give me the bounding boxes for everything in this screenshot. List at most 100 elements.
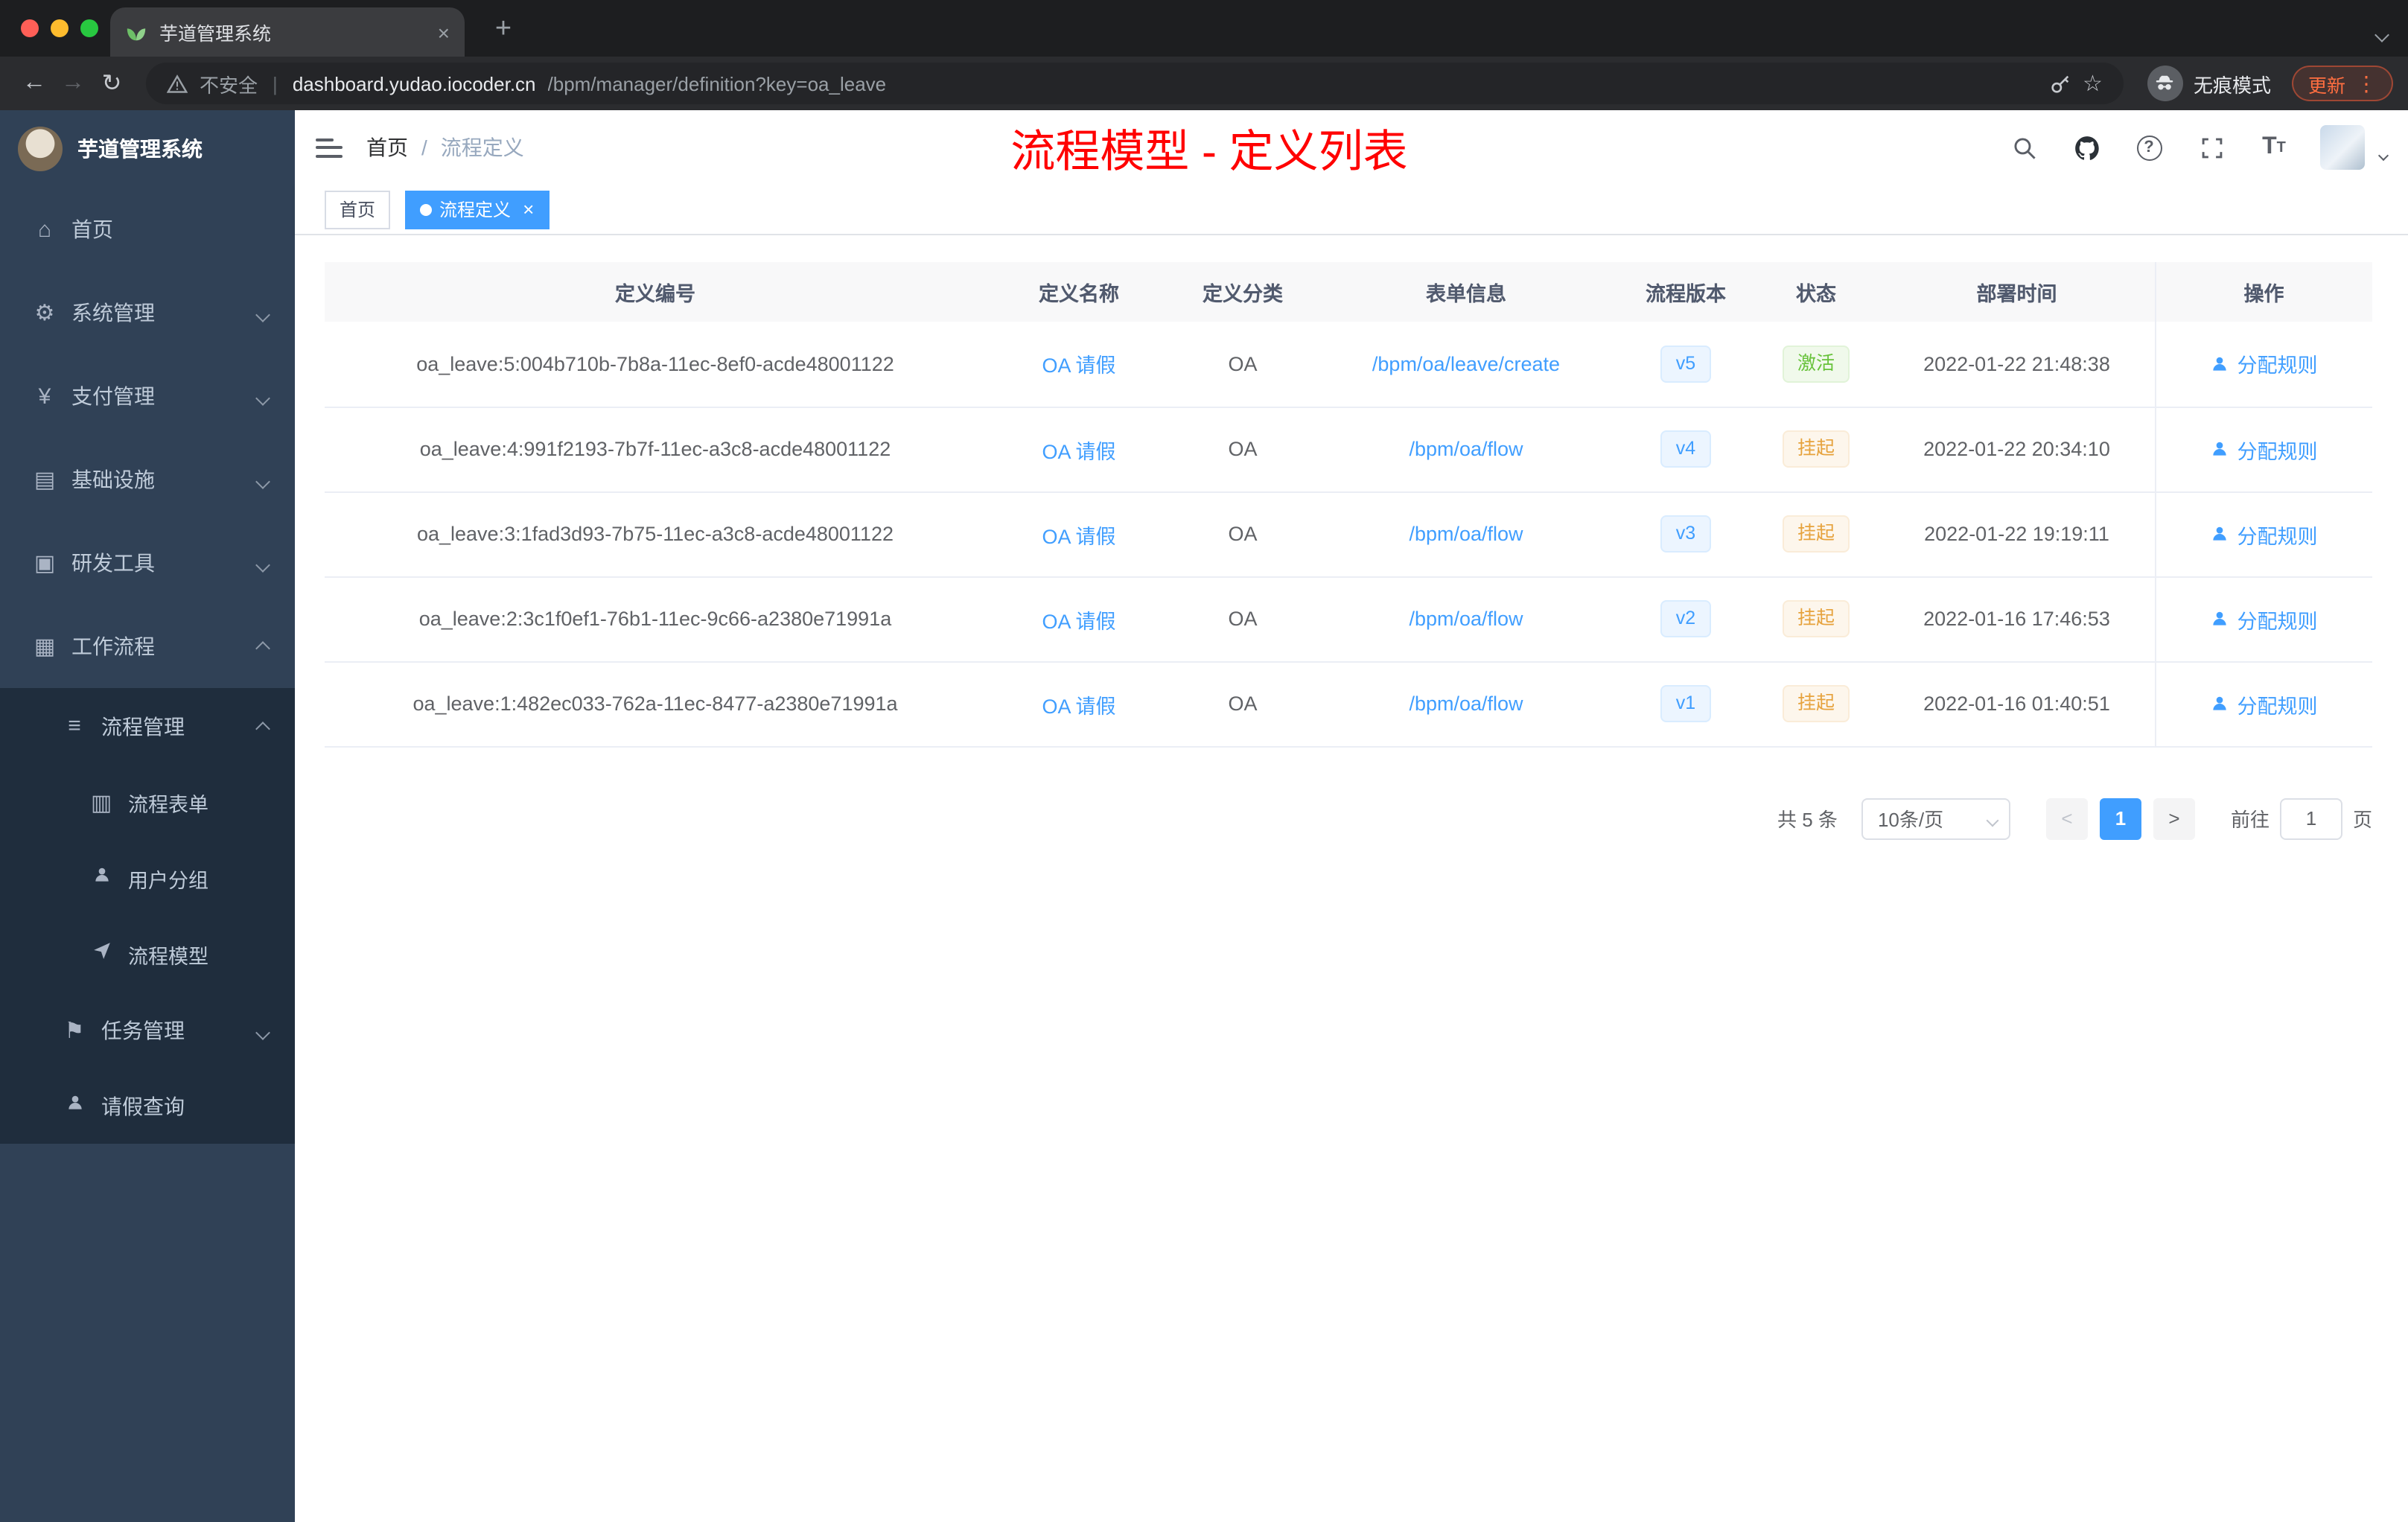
tab-favicon-icon [127,28,146,41]
incognito-profile[interactable]: 无痕模式 [2147,66,2271,101]
main-area: 首页 / 流程定义 流程模型 - 定义列表 ? TT 首页 流程定义 × 定义编… [295,110,2408,1522]
browser-tab[interactable]: 芋道管理系统 × [110,7,465,57]
prev-page-button[interactable]: < [2045,797,2088,839]
table-header-row: 定义编号 定义名称 定义分类 表单信息 流程版本 状态 部署时间 操作 [325,262,2372,322]
chevron-down-icon [255,384,270,408]
next-page-button[interactable]: > [2153,797,2195,839]
app-window: 芋道管理系统 ⌂ 首页 ⚙ 系统管理 ¥ 支付管理 ▤ 基础设施 ▣ 研发工具 … [0,110,2408,1522]
form-link[interactable]: /bpm/oa/flow [1409,523,1523,545]
sidebar-item-user-group[interactable]: 用户分组 [0,840,295,916]
font-size-icon[interactable]: TT [2258,131,2290,164]
minimize-traffic-light-icon[interactable] [51,19,69,37]
status-badge: 挂起 [1782,430,1850,468]
cell-deploy-time: 2022-01-22 19:19:11 [1879,491,2155,577]
assign-rule-link[interactable]: 分配规则 [2211,349,2318,379]
gear-icon: ⚙ [34,301,55,326]
sidebar: 芋道管理系统 ⌂ 首页 ⚙ 系统管理 ¥ 支付管理 ▤ 基础设施 ▣ 研发工具 … [0,110,295,1522]
incognito-label: 无痕模式 [2193,74,2271,96]
cell-category: OA [1172,407,1313,492]
workflow-icon: ▦ [34,634,56,660]
sidebar-item-workflow[interactable]: ▦ 工作流程 [0,605,295,688]
password-key-icon[interactable] [2048,72,2071,95]
col-status: 状态 [1753,262,1879,322]
screen: 芋道管理系统 × + ← → ↻ 不安全 | dashboard.yudao.i… [0,0,2408,1522]
assign-rule-link[interactable]: 分配规则 [2211,519,2318,549]
maximize-traffic-light-icon[interactable] [80,19,98,37]
tag-process-definition[interactable]: 流程定义 × [405,190,550,229]
form-link[interactable]: /bpm/oa/flow [1409,692,1523,715]
chevron-down-icon [255,551,270,575]
sidebar-item-system[interactable]: ⚙ 系统管理 [0,271,295,354]
chevron-down-icon [255,468,270,491]
sidebar-item-leave-query[interactable]: 请假查询 [0,1068,295,1144]
sidebar-item-process-management[interactable]: ≡ 流程管理 [0,688,295,764]
page-size-select[interactable]: 10条/页 [1861,797,2010,839]
update-button[interactable]: 更新 ⋮ [2291,66,2393,101]
definition-name-link[interactable]: OA 请假 [1042,610,1115,632]
person-icon [2213,442,2227,456]
version-badge: v1 [1660,685,1711,722]
users-icon [86,865,116,891]
close-tag-icon[interactable]: × [523,198,534,220]
chevron-down-icon [255,301,270,325]
reload-button[interactable]: ↻ [92,64,131,103]
back-button[interactable]: ← [15,64,54,103]
logo-avatar [18,127,63,171]
new-tab-button[interactable]: + [485,12,521,48]
github-icon[interactable] [2070,131,2103,164]
address-bar[interactable]: 不安全 | dashboard.yudao.iocoder.cn /bpm/ma… [146,63,2124,104]
col-definition-name: 定义名称 [986,262,1172,322]
page-number-button[interactable]: 1 [2099,797,2141,839]
definition-name-link[interactable]: OA 请假 [1042,355,1115,378]
active-dot-icon [420,203,433,215]
forward-button[interactable]: → [54,64,92,103]
definition-table: 定义编号 定义名称 定义分类 表单信息 流程版本 状态 部署时间 操作 oa_l [325,262,2372,747]
sidebar-item-process-form[interactable]: ▥ 流程表单 [0,764,295,840]
col-actions: 操作 [2154,262,2372,322]
sidebar-collapse-icon[interactable] [316,138,345,157]
sidebar-item-payment[interactable]: ¥ 支付管理 [0,354,295,438]
sidebar-item-process-model[interactable]: 流程模型 [0,916,295,992]
assign-rule-link[interactable]: 分配规则 [2211,604,2318,634]
definition-name-link[interactable]: OA 请假 [1042,525,1115,547]
send-icon [86,941,116,967]
fullscreen-icon[interactable] [2195,131,2228,164]
cell-definition-id: oa_leave:5:004b710b-7b8a-11ec-8ef0-acde4… [325,322,986,407]
chevron-down-icon [255,1018,270,1042]
avatar[interactable] [2320,125,2365,170]
col-form-info: 表单信息 [1313,262,1619,322]
url-path: /bpm/manager/definition?key=oa_leave [547,72,887,95]
definition-name-link[interactable]: OA 请假 [1042,440,1115,462]
browser-tab-bar: 芋道管理系统 × + [0,0,2408,57]
infra-icon: ▤ [34,468,56,493]
goto-page-input[interactable] [2279,797,2342,839]
definition-name-link[interactable]: OA 请假 [1042,695,1115,717]
sidebar-item-home[interactable]: ⌂ 首页 [0,188,295,271]
tab-close-icon[interactable]: × [438,22,450,42]
form-link[interactable]: /bpm/oa/leave/create [1372,353,1560,375]
help-icon[interactable]: ? [2133,131,2165,164]
assign-rule-link[interactable]: 分配规则 [2211,689,2318,719]
incognito-icon [2147,66,2183,101]
search-icon[interactable] [2007,131,2040,164]
breadcrumb-home[interactable]: 首页 [366,133,408,162]
form-link[interactable]: /bpm/oa/flow [1409,608,1523,630]
tab-search-icon[interactable] [2374,21,2389,48]
tag-home[interactable]: 首页 [325,190,391,229]
sidebar-logo[interactable]: 芋道管理系统 [0,110,295,188]
top-header: 首页 / 流程定义 流程模型 - 定义列表 ? TT [295,110,2408,185]
person-icon [2213,526,2227,541]
status-badge: 挂起 [1782,685,1850,722]
avatar-caret-icon[interactable] [2377,140,2389,167]
security-label: 不安全 [200,74,258,96]
browser-menu-kebab-icon[interactable]: ⋮ [2356,71,2377,96]
form-link[interactable]: /bpm/oa/flow [1409,438,1523,460]
close-traffic-light-icon[interactable] [21,19,39,37]
sidebar-item-task-management[interactable]: ⚑ 任务管理 [0,992,295,1068]
bookmark-star-icon[interactable]: ☆ [2083,70,2103,97]
sidebar-item-devtools[interactable]: ▣ 研发工具 [0,521,295,605]
assign-rule-link[interactable]: 分配规则 [2211,434,2318,464]
chevron-up-icon [255,634,270,658]
cell-category: OA [1172,491,1313,577]
sidebar-item-infrastructure[interactable]: ▤ 基础设施 [0,438,295,521]
